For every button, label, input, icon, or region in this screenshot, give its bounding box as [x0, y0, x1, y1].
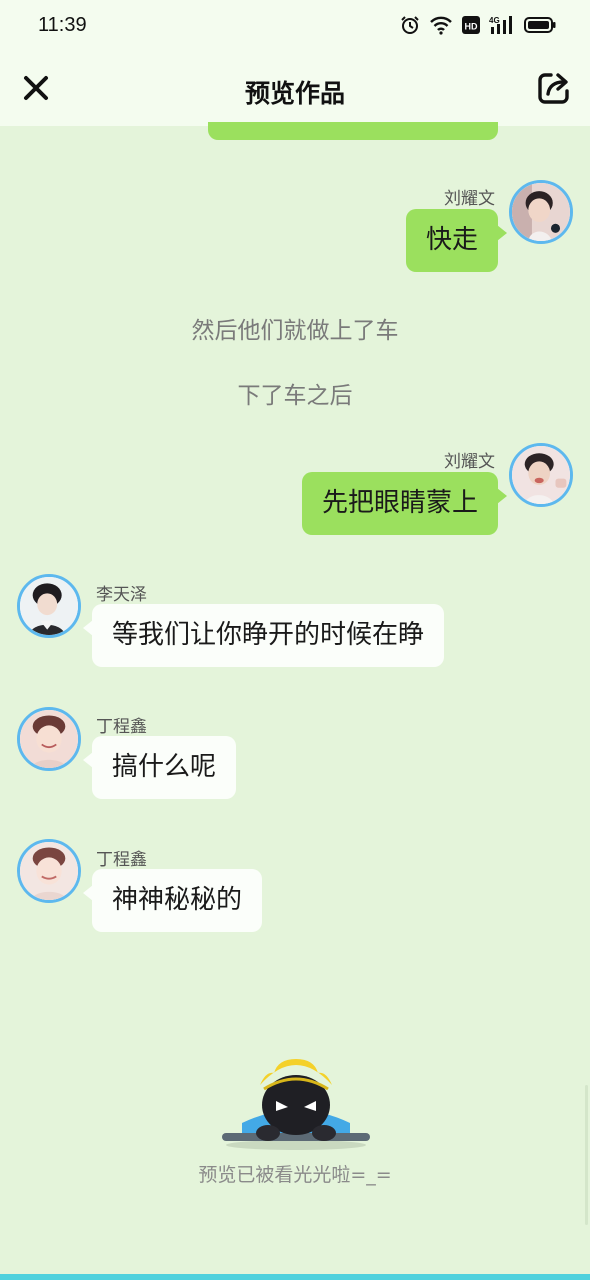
page-title: 预览作品 [244, 79, 345, 108]
sender-name: 丁程鑫 [96, 717, 147, 737]
hd-label: HD [465, 22, 478, 32]
avatar[interactable] [17, 707, 81, 771]
sender-name: 丁程鑫 [96, 850, 147, 870]
previous-message-bubble [208, 122, 498, 140]
sender-name: 刘耀文 [444, 189, 495, 209]
nav-bar: 预览作品 [0, 52, 590, 126]
avatar[interactable] [17, 574, 81, 638]
message-bubble[interactable]: 神神秘秘的 [82, 869, 263, 932]
message-bubble[interactable]: 搞什么呢 [82, 736, 237, 799]
status-time: 11:39 [38, 14, 87, 36]
message-bubble[interactable]: 快走 [405, 209, 508, 272]
narration-text: 然后他们就做上了车 [191, 318, 399, 344]
status-bar: 11:39 HD 4G [0, 0, 590, 52]
avatar[interactable] [17, 839, 81, 903]
message-bubble[interactable]: 等我们让你睁开的时候在睁 [82, 604, 445, 667]
sender-name: 李天泽 [96, 585, 147, 605]
mascot-illustration [220, 1045, 372, 1151]
avatar[interactable] [509, 443, 573, 507]
narration-text: 下了车之后 [237, 383, 353, 409]
network-label: 4G [489, 16, 500, 25]
message-bubble[interactable]: 先把眼睛蒙上 [301, 472, 508, 535]
share-icon[interactable] [536, 70, 572, 106]
wifi-icon [429, 15, 453, 39]
sender-name: 刘耀文 [444, 452, 495, 472]
avatar[interactable] [509, 180, 573, 244]
bottom-progress-strip [0, 1274, 590, 1280]
scrollbar[interactable] [585, 1085, 588, 1225]
signal-4g-icon: 4G [489, 15, 515, 39]
hd-icon: HD [462, 15, 480, 39]
battery-icon [524, 15, 556, 39]
status-icons: HD 4G [400, 15, 556, 39]
alarm-icon [400, 15, 420, 39]
preview-end-text: 预览已被看光光啦=_= [198, 1164, 392, 1186]
